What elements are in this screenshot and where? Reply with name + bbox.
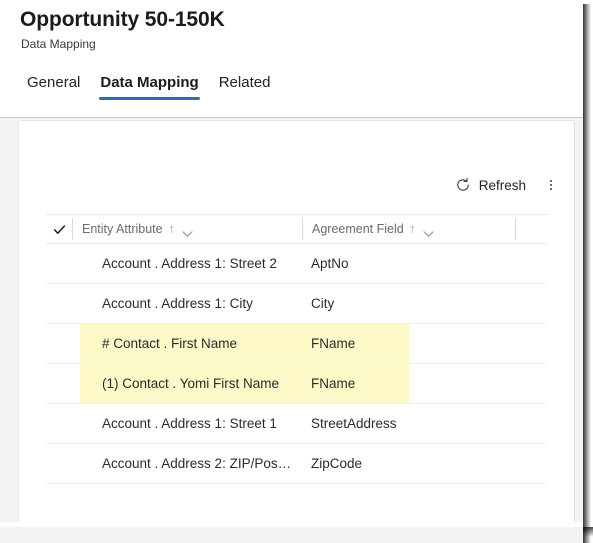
cell-agreement-field: AptNo: [311, 256, 349, 271]
arrow-up-icon: ↑: [168, 221, 175, 236]
table-row[interactable]: Account . Address 1: Street 2 AptNo: [46, 244, 548, 284]
data-mapping-grid: Entity Attribute ↑ Agreement Field ↑ Acc…: [46, 214, 548, 484]
page-body: Refresh Entity Attribute ↑ Agreement Fie…: [0, 118, 583, 543]
more-vertical-icon[interactable]: [538, 170, 564, 200]
checkmark-icon: [53, 223, 66, 236]
tab-general-label: General: [27, 74, 81, 91]
column-header-agreement-field-label: Agreement Field: [312, 222, 404, 236]
refresh-icon: [455, 177, 471, 193]
tab-strip: General Data Mapping Related: [17, 72, 280, 106]
data-mapping-panel: Refresh Entity Attribute ↑ Agreement Fie…: [18, 120, 575, 524]
chevron-down-icon[interactable]: [423, 225, 434, 237]
cell-agreement-field: ZipCode: [311, 456, 363, 471]
tab-data-mapping-label: Data Mapping: [100, 74, 199, 91]
page-title: Opportunity 50-150K: [20, 8, 225, 31]
cell-agreement-field: City: [311, 296, 335, 311]
tab-general[interactable]: General: [17, 72, 90, 94]
column-header-spacer: [515, 218, 543, 240]
cell-entity-attribute: Account . Address 1: Street 1: [102, 416, 277, 431]
column-header-entity-attribute[interactable]: Entity Attribute ↑: [72, 218, 302, 240]
cell-entity-attribute: Account . Address 1: Street 2: [102, 256, 277, 271]
page-subtitle: Data Mapping: [21, 37, 96, 51]
cell-entity-attribute: Account . Address 2: ZIP/Pos…: [102, 456, 292, 471]
tab-related-label: Related: [218, 74, 271, 91]
column-header-entity-attribute-label: Entity Attribute: [82, 222, 163, 236]
refresh-button[interactable]: Refresh: [447, 170, 534, 200]
table-row[interactable]: Account . Address 2: ZIP/Pos… ZipCode: [46, 444, 548, 484]
page-header: Opportunity 50-150K Data Mapping General…: [0, 0, 583, 118]
table-row[interactable]: Account . Address 1: City City: [46, 284, 548, 324]
cell-agreement-field: FName: [311, 336, 356, 351]
cell-entity-attribute: (1) Contact . Yomi First Name: [102, 376, 280, 391]
table-row[interactable]: # Contact . First Name FName: [46, 324, 548, 364]
tab-related[interactable]: Related: [209, 72, 281, 94]
column-header-agreement-field[interactable]: Agreement Field ↑: [302, 218, 515, 240]
select-all-checkbox[interactable]: [46, 223, 72, 236]
active-tab-indicator: [99, 97, 200, 100]
panel-bottom-filler: [0, 522, 583, 527]
table-row[interactable]: Account . Address 1: Street 1 StreetAddr…: [46, 404, 548, 444]
cell-entity-attribute: Account . Address 1: City: [102, 296, 253, 311]
app-window: Opportunity 50-150K Data Mapping General…: [0, 0, 583, 543]
grid-header-row: Entity Attribute ↑ Agreement Field ↑: [46, 214, 548, 244]
tab-data-mapping[interactable]: Data Mapping: [90, 72, 208, 100]
chevron-down-icon[interactable]: [182, 225, 193, 237]
window-shadow-right: [583, 4, 591, 543]
cell-agreement-field: StreetAddress: [311, 416, 397, 431]
cell-agreement-field: FName: [311, 376, 356, 391]
command-bar: Refresh: [447, 169, 564, 201]
arrow-up-icon: ↑: [409, 221, 416, 236]
cell-entity-attribute: # Contact . First Name: [102, 336, 238, 351]
refresh-button-label: Refresh: [478, 177, 526, 193]
table-row[interactable]: (1) Contact . Yomi First Name FName: [46, 364, 548, 404]
